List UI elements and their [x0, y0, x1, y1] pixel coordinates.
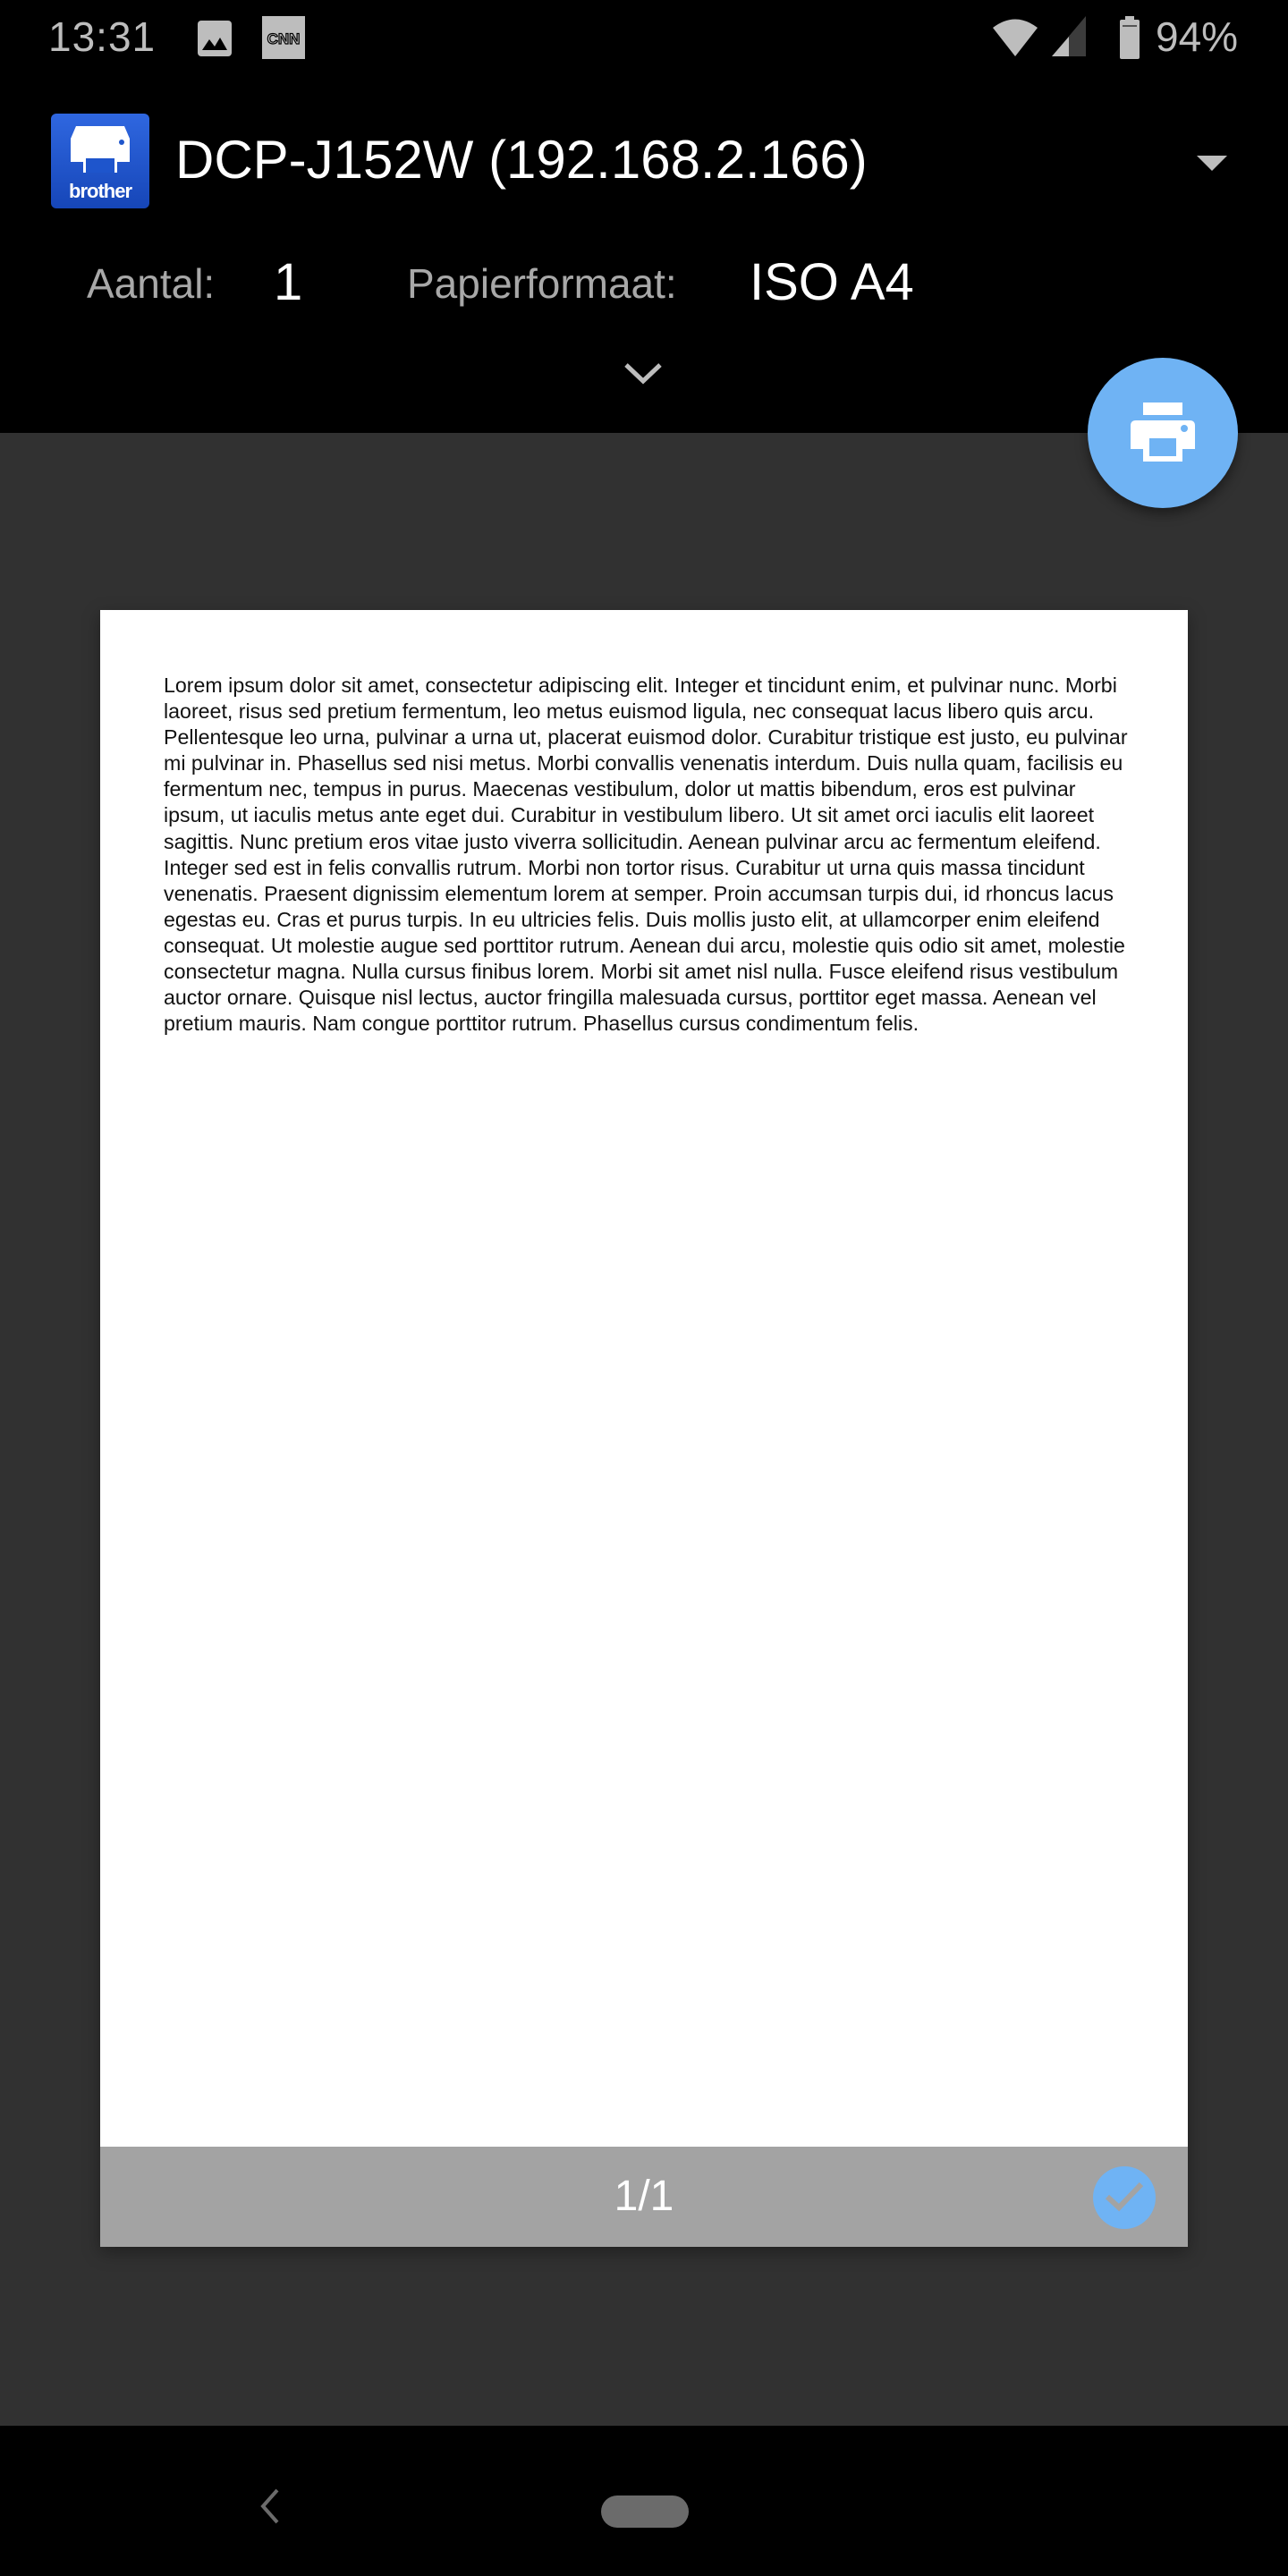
expand-options-chevron-icon[interactable]	[623, 361, 664, 391]
page-preview[interactable]: Lorem ipsum dolor sit amet, consectetur …	[100, 610, 1188, 2247]
status-time: 13:31	[48, 13, 157, 60]
navigation-bar	[0, 2426, 1288, 2576]
printer-selector[interactable]: DCP-J152W (192.168.2.166)	[175, 129, 868, 191]
print-options-header: brother DCP-J152W (192.168.2.166) Aantal…	[0, 75, 1288, 433]
battery-percent: 94%	[1156, 13, 1239, 60]
svg-text:CNN: CNN	[267, 30, 301, 47]
dropdown-arrow-icon[interactable]	[1197, 156, 1227, 171]
battery-icon	[1120, 16, 1140, 64]
cnn-icon: CNN	[262, 16, 305, 64]
printer-icon	[1131, 402, 1195, 462]
brother-app-logo: brother	[51, 114, 149, 208]
copies-value[interactable]: 1	[274, 252, 302, 312]
brother-logo-text: brother	[69, 180, 132, 202]
image-icon	[197, 20, 233, 62]
paper-size-value[interactable]: ISO A4	[750, 252, 914, 312]
home-pill[interactable]	[601, 2496, 689, 2528]
cell-signal-icon	[1052, 16, 1088, 62]
page-counter: 1/1	[614, 2173, 674, 2220]
wifi-icon	[991, 16, 1039, 62]
checkmark-icon	[1105, 2182, 1144, 2212]
printer-logo-icon	[71, 126, 130, 173]
document-text: Lorem ipsum dolor sit amet, consectetur …	[164, 674, 1128, 1036]
copies-label: Aantal:	[87, 260, 216, 307]
status-bar: 13:31 CNN 94%	[0, 0, 1288, 75]
page-footer: 1/1	[100, 2147, 1188, 2247]
back-icon[interactable]	[259, 2488, 281, 2529]
print-button[interactable]	[1088, 358, 1238, 508]
paper-size-label: Papierformaat:	[407, 260, 677, 307]
page-selected-checkbox[interactable]	[1093, 2166, 1156, 2229]
